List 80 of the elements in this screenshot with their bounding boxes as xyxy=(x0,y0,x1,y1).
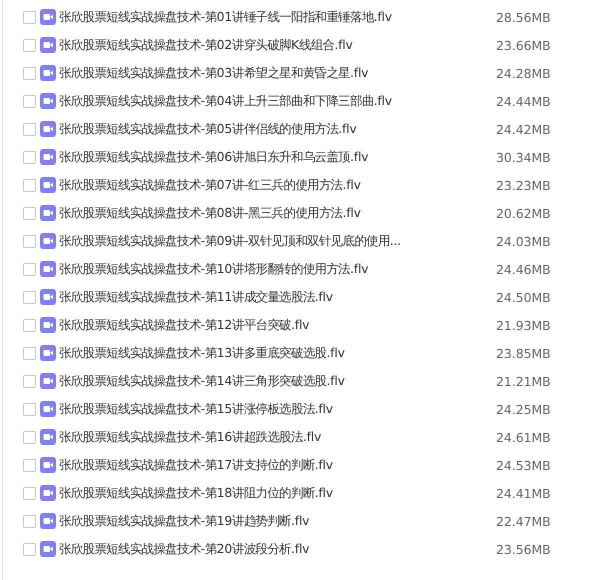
video-file-icon xyxy=(40,289,56,305)
file-size: 28.56MB xyxy=(496,10,551,24)
file-size: 22.47MB xyxy=(496,514,551,528)
file-size: 24.50MB xyxy=(496,290,551,304)
checkbox[interactable] xyxy=(23,150,36,164)
checkbox[interactable] xyxy=(23,318,36,332)
file-name[interactable]: 张欣股票短线实战操盘技术-第16讲超跌选股法.flv xyxy=(59,428,479,446)
video-file-icon xyxy=(40,205,56,221)
video-file-icon xyxy=(40,541,56,557)
video-file-icon xyxy=(40,261,56,277)
file-size: 23.23MB xyxy=(496,178,551,192)
file-size: 24.25MB xyxy=(496,402,551,416)
file-name[interactable]: 张欣股票短线实战操盘技术-第14讲三角形突破选股.flv xyxy=(59,372,479,390)
file-size: 20.62MB xyxy=(496,206,551,220)
checkbox[interactable] xyxy=(23,38,36,52)
file-name[interactable]: 张欣股票短线实战操盘技术-第10讲塔形翻转的使用方法.flv xyxy=(59,260,479,278)
file-name[interactable]: 张欣股票短线实战操盘技术-第17讲支持位的判断.flv xyxy=(59,456,479,474)
file-name[interactable]: 张欣股票短线实战操盘技术-第03讲希望之星和黄昏之星.flv xyxy=(59,64,479,82)
checkbox[interactable] xyxy=(23,402,36,416)
checkbox[interactable] xyxy=(23,430,36,444)
file-name[interactable]: 张欣股票短线实战操盘技术-第11讲成交量选股法.flv xyxy=(59,288,479,306)
file-name[interactable]: 张欣股票短线实战操盘技术-第08讲-黑三兵的使用方法.flv xyxy=(59,204,479,222)
file-size: 24.28MB xyxy=(496,66,551,80)
file-name[interactable]: 张欣股票短线实战操盘技术-第20讲波段分析.flv xyxy=(59,540,479,558)
video-file-icon xyxy=(40,149,56,165)
video-file-icon xyxy=(40,429,56,445)
file-size: 24.41MB xyxy=(496,486,551,500)
video-file-icon xyxy=(40,373,56,389)
checkbox[interactable] xyxy=(23,458,36,472)
file-size: 24.53MB xyxy=(496,458,551,472)
video-file-icon xyxy=(40,65,56,81)
checkbox[interactable] xyxy=(23,514,36,528)
file-name[interactable]: 张欣股票短线实战操盘技术-第15讲涨停板选股法.flv xyxy=(59,400,479,418)
video-file-icon xyxy=(40,37,56,53)
video-file-icon xyxy=(40,93,56,109)
file-name[interactable]: 张欣股票短线实战操盘技术-第12讲平台突破.flv xyxy=(59,316,479,334)
checkbox[interactable] xyxy=(23,206,36,220)
checkbox[interactable] xyxy=(23,66,36,80)
checkbox[interactable] xyxy=(23,262,36,276)
file-name[interactable]: 张欣股票短线实战操盘技术-第04讲上升三部曲和下降三部曲.flv xyxy=(59,92,479,110)
file-size: 24.03MB xyxy=(496,234,551,248)
file-size: 23.85MB xyxy=(496,346,551,360)
checkbox[interactable] xyxy=(23,374,36,388)
checkbox[interactable] xyxy=(23,234,36,248)
video-file-icon xyxy=(40,485,56,501)
file-size: 21.93MB xyxy=(496,318,551,332)
file-size: 23.56MB xyxy=(496,542,551,556)
video-file-icon xyxy=(40,317,56,333)
file-size: 30.34MB xyxy=(496,150,551,164)
file-name[interactable]: 张欣股票短线实战操盘技术-第01讲锤子线一阳指和重锤落地.flv xyxy=(59,8,479,26)
video-file-icon xyxy=(40,345,56,361)
file-size: 24.44MB xyxy=(496,94,551,108)
video-file-icon xyxy=(40,401,56,417)
file-size: 23.66MB xyxy=(496,38,551,52)
file-size: 24.42MB xyxy=(496,122,551,136)
checkbox[interactable] xyxy=(23,542,36,556)
file-name[interactable]: 张欣股票短线实战操盘技术-第18讲阻力位的判断.flv xyxy=(59,484,479,502)
video-file-icon xyxy=(40,9,56,25)
checkbox[interactable] xyxy=(23,10,36,24)
checkbox[interactable] xyxy=(23,94,36,108)
file-name[interactable]: 张欣股票短线实战操盘技术-第09讲-双针见顶和双针见底的使用... xyxy=(59,232,479,250)
file-size: 24.61MB xyxy=(496,430,551,444)
file-name[interactable]: 张欣股票短线实战操盘技术-第19讲趋势判断.flv xyxy=(59,512,479,530)
file-size: 21.21MB xyxy=(496,374,551,388)
video-file-icon xyxy=(40,513,56,529)
video-file-icon xyxy=(40,121,56,137)
file-name[interactable]: 张欣股票短线实战操盘技术-第07讲-红三兵的使用方法.flv xyxy=(59,176,479,194)
checkbox[interactable] xyxy=(23,178,36,192)
file-size: 24.46MB xyxy=(496,262,551,276)
video-file-icon xyxy=(40,233,56,249)
checkbox[interactable] xyxy=(23,346,36,360)
video-file-icon xyxy=(40,457,56,473)
checkbox[interactable] xyxy=(23,486,36,500)
file-name[interactable]: 张欣股票短线实战操盘技术-第06讲旭日东升和乌云盖顶.flv xyxy=(59,148,479,166)
file-name[interactable]: 张欣股票短线实战操盘技术-第02讲穿头破脚K线组合.flv xyxy=(59,36,479,54)
video-file-icon xyxy=(40,177,56,193)
checkbox[interactable] xyxy=(23,290,36,304)
file-name[interactable]: 张欣股票短线实战操盘技术-第13讲多重底突破选股.flv xyxy=(59,344,479,362)
checkbox[interactable] xyxy=(23,122,36,136)
file-name[interactable]: 张欣股票短线实战操盘技术-第05讲伴侣线的使用方法.flv xyxy=(59,120,479,138)
